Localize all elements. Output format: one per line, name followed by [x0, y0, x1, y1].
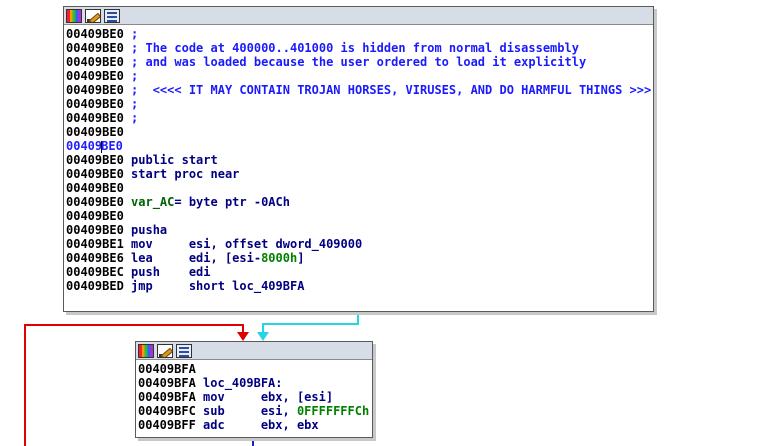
node-header — [64, 7, 653, 25]
comment-text: ; — [123, 69, 139, 83]
comment-text: ; The code at 400000..401000 is hidden f… — [123, 41, 579, 55]
code-line[interactable]: 00409BE0 ; — [66, 69, 653, 83]
code-line[interactable]: 00409BED jmp short loc_409BFA — [66, 279, 653, 293]
comment-text: ; — [123, 111, 139, 125]
code-line[interactable]: 00409BE0 ; — [66, 27, 653, 41]
address: 00409BE0 — [66, 167, 124, 181]
comment-text: ; — [123, 27, 139, 41]
address: 00409BE0 — [66, 27, 124, 41]
edge-jump-arrow — [257, 332, 269, 341]
edge-jump-cyan — [262, 312, 359, 335]
code-line[interactable]: 00409BE0 — [66, 181, 653, 195]
code-line[interactable]: 00409BE0 ; The code at 400000..401000 is… — [66, 41, 653, 55]
edge-loop-arrow — [237, 332, 249, 341]
instruction-text: pusha — [123, 223, 168, 237]
instruction-text: adc ebx, ebx — [195, 418, 319, 432]
code-line[interactable]: 00409BE0 var_AC= byte ptr -0ACh — [66, 195, 653, 209]
instruction-text: public start — [123, 153, 218, 167]
address: 00409BE0 — [66, 125, 124, 139]
edit-icon[interactable] — [85, 8, 101, 23]
address: 00409BE0 — [66, 97, 124, 111]
code-line[interactable]: 00409BEC push edi — [66, 265, 653, 279]
address: 00409BE0 — [66, 55, 124, 69]
instruction-text: mov esi, offset dword_409000 — [123, 237, 363, 251]
disassembly-listing[interactable]: 00409BE0 ; 00409BE0 ; The code at 400000.… — [64, 25, 653, 293]
node-header — [136, 342, 372, 360]
code-line[interactable]: 00409BE0 — [66, 125, 653, 139]
graph-icon[interactable] — [104, 8, 120, 23]
instruction-text: loc_409BFA: — [195, 376, 283, 390]
instruction-text: mov ebx, [esi] — [195, 390, 334, 404]
address: 00409BE0 — [66, 139, 123, 153]
address: 00409BFA — [138, 362, 196, 376]
code-line[interactable]: 00409BE0 ; and was loaded because the us… — [66, 55, 653, 69]
address: 00409BE0 — [66, 41, 124, 55]
instruction-text: var_AC= byte ptr -0ACh — [123, 195, 290, 209]
disassembly-listing[interactable]: 00409BFA 00409BFA loc_409BFA: 00409BFA mov… — [136, 360, 372, 432]
code-line[interactable]: 00409BE0 ; — [66, 111, 653, 125]
address: 00409BFA — [138, 376, 196, 390]
address: 00409BE0 — [66, 69, 124, 83]
address: 00409BE0 — [66, 223, 124, 237]
instruction-text: push edi — [123, 265, 211, 279]
address: 00409BE0 — [66, 111, 124, 125]
colors-icon[interactable] — [66, 8, 82, 23]
address: 00409BE0 — [66, 83, 124, 97]
code-line[interactable]: 00409BE0 start proc near — [66, 167, 653, 181]
code-line[interactable]: 00409BE0 ; <<<< IT MAY CONTAIN TROJAN HO… — [66, 83, 653, 97]
address: 00409BFC — [138, 404, 196, 418]
code-line[interactable]: 00409BE1 mov esi, offset dword_409000 — [66, 237, 653, 251]
code-line[interactable]: 00409BFA mov ebx, [esi] — [138, 390, 372, 404]
colors-icon[interactable] — [138, 343, 154, 358]
address: 00409BED — [66, 279, 124, 293]
code-line[interactable]: 00409BE0 — [66, 209, 653, 223]
code-line[interactable]: 00409BFA loc_409BFA: — [138, 376, 372, 390]
code-line[interactable]: 00409BE0 — [66, 139, 653, 153]
instruction-text: lea edi, [esi-8000h] — [123, 251, 305, 265]
address: 00409BE0 — [66, 209, 124, 223]
address: 00409BE6 — [66, 251, 124, 265]
address: 00409BFA — [138, 390, 196, 404]
comment-text: ; — [123, 97, 139, 111]
comment-text: ; <<<< IT MAY CONTAIN TROJAN HORSES, VIR… — [123, 83, 652, 97]
instruction-text: sub esi, 0FFFFFFFCh — [195, 404, 370, 418]
instruction-text: start proc near — [123, 167, 240, 181]
text-cursor — [101, 140, 103, 153]
code-line[interactable]: 00409BE0 ; — [66, 97, 653, 111]
address: 00409BE0 — [66, 195, 124, 209]
code-block-start[interactable]: 00409BE0 ; 00409BE0 ; The code at 400000.… — [63, 6, 654, 312]
code-line[interactable]: 00409BFC sub esi, 0FFFFFFFCh — [138, 404, 372, 418]
edit-icon[interactable] — [157, 343, 173, 358]
graph-icon[interactable] — [176, 343, 192, 358]
code-line[interactable]: 00409BE6 lea edi, [esi-8000h] — [66, 251, 653, 265]
code-block-loc_409BFA[interactable]: 00409BFA 00409BFA loc_409BFA: 00409BFA mov… — [135, 341, 373, 438]
instruction-text: jmp short loc_409BFA — [123, 279, 305, 293]
code-line[interactable]: 00409BE0 pusha — [66, 223, 653, 237]
address: 00409BEC — [66, 265, 124, 279]
address: 00409BE1 — [66, 237, 124, 251]
comment-text: ; and was loaded because the user ordere… — [123, 55, 587, 69]
address: 00409BE0 — [66, 153, 124, 167]
code-line[interactable]: 00409BE0 public start — [66, 153, 653, 167]
code-line[interactable]: 00409BFA — [138, 362, 372, 376]
address: 00409BFF — [138, 418, 196, 432]
address: 00409BE0 — [66, 181, 124, 195]
code-line[interactable]: 00409BFF adc ebx, ebx — [138, 418, 372, 432]
